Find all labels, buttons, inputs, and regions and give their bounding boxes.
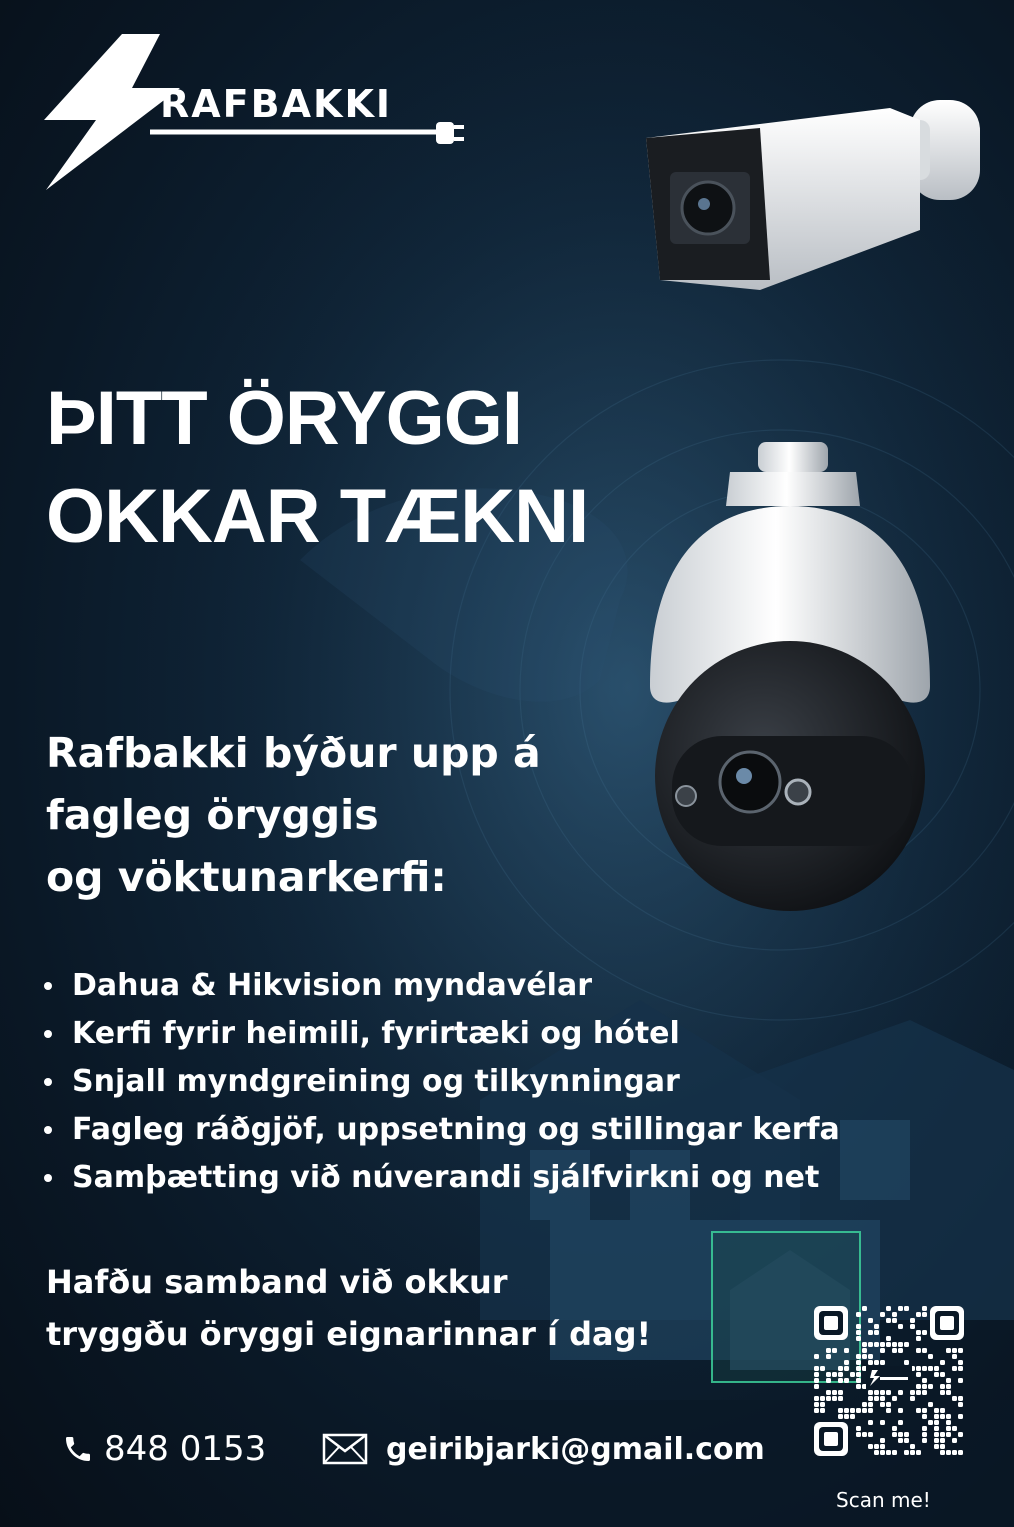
list-item: Samþætting við núverandi sjálfvirkni og … xyxy=(44,1154,840,1202)
intro-line-2: fagleg öryggis xyxy=(46,791,379,839)
intro-text: Rafbakki býður upp á fagleg öryggis og v… xyxy=(46,722,541,908)
envelope-icon xyxy=(322,1433,368,1465)
services-list: Dahua & Hikvision myndavélar Kerfi fyrir… xyxy=(44,962,840,1202)
service-label: Kerfi fyrir heimili, fyrirtæki og hótel xyxy=(72,1016,680,1051)
qr-code[interactable] xyxy=(814,1306,964,1456)
headline-line-2: OKKAR TÆKNI xyxy=(46,474,589,559)
phone-icon xyxy=(66,1437,90,1461)
list-item: Dahua & Hikvision myndavélar xyxy=(44,962,840,1010)
qr-caption: Scan me! xyxy=(836,1488,931,1512)
cta-line-1: Hafðu samband við okkur xyxy=(46,1263,508,1301)
service-label: Samþætting við núverandi sjálfvirkni og … xyxy=(72,1160,820,1195)
intro-line-1: Rafbakki býður upp á xyxy=(46,729,541,777)
bullet-icon xyxy=(44,1174,52,1182)
bullet-icon xyxy=(44,1078,52,1086)
cta-line-2: tryggðu öryggi eignarinnar í dag! xyxy=(46,1315,652,1353)
phone-number: 848 0153 xyxy=(104,1429,267,1469)
bullet-camera-image xyxy=(646,100,980,290)
list-item: Fagleg ráðgjöf, uppsetning og stillingar… xyxy=(44,1106,840,1154)
bullet-icon xyxy=(44,982,52,990)
email-contact[interactable]: geiribjarki@gmail.com xyxy=(322,1424,765,1474)
call-to-action: Hafðu samband við okkur tryggðu öryggi e… xyxy=(46,1256,651,1360)
email-address: geiribjarki@gmail.com xyxy=(386,1431,765,1467)
service-label: Fagleg ráðgjöf, uppsetning og stillingar… xyxy=(72,1112,840,1147)
service-label: Snjall myndgreining og tilkynningar xyxy=(72,1064,680,1099)
list-item: Kerfi fyrir heimili, fyrirtæki og hótel xyxy=(44,1010,840,1058)
list-item: Snjall myndgreining og tilkynningar xyxy=(44,1058,840,1106)
headline-line-1: ÞITT ÖRYGGI xyxy=(46,376,523,461)
service-label: Dahua & Hikvision myndavélar xyxy=(72,968,593,1003)
intro-line-3: og vöktunarkerfi: xyxy=(46,853,447,901)
brand-name: RAFBAKKI xyxy=(160,82,393,126)
phone-contact[interactable]: 848 0153 xyxy=(62,1424,266,1474)
dome-camera-image xyxy=(650,442,930,911)
headline: ÞITT ÖRYGGI OKKAR TÆKNI xyxy=(46,370,589,566)
bullet-icon xyxy=(44,1126,52,1134)
brand-logo: RAFBAKKI xyxy=(40,30,480,200)
bullet-icon xyxy=(44,1030,52,1038)
